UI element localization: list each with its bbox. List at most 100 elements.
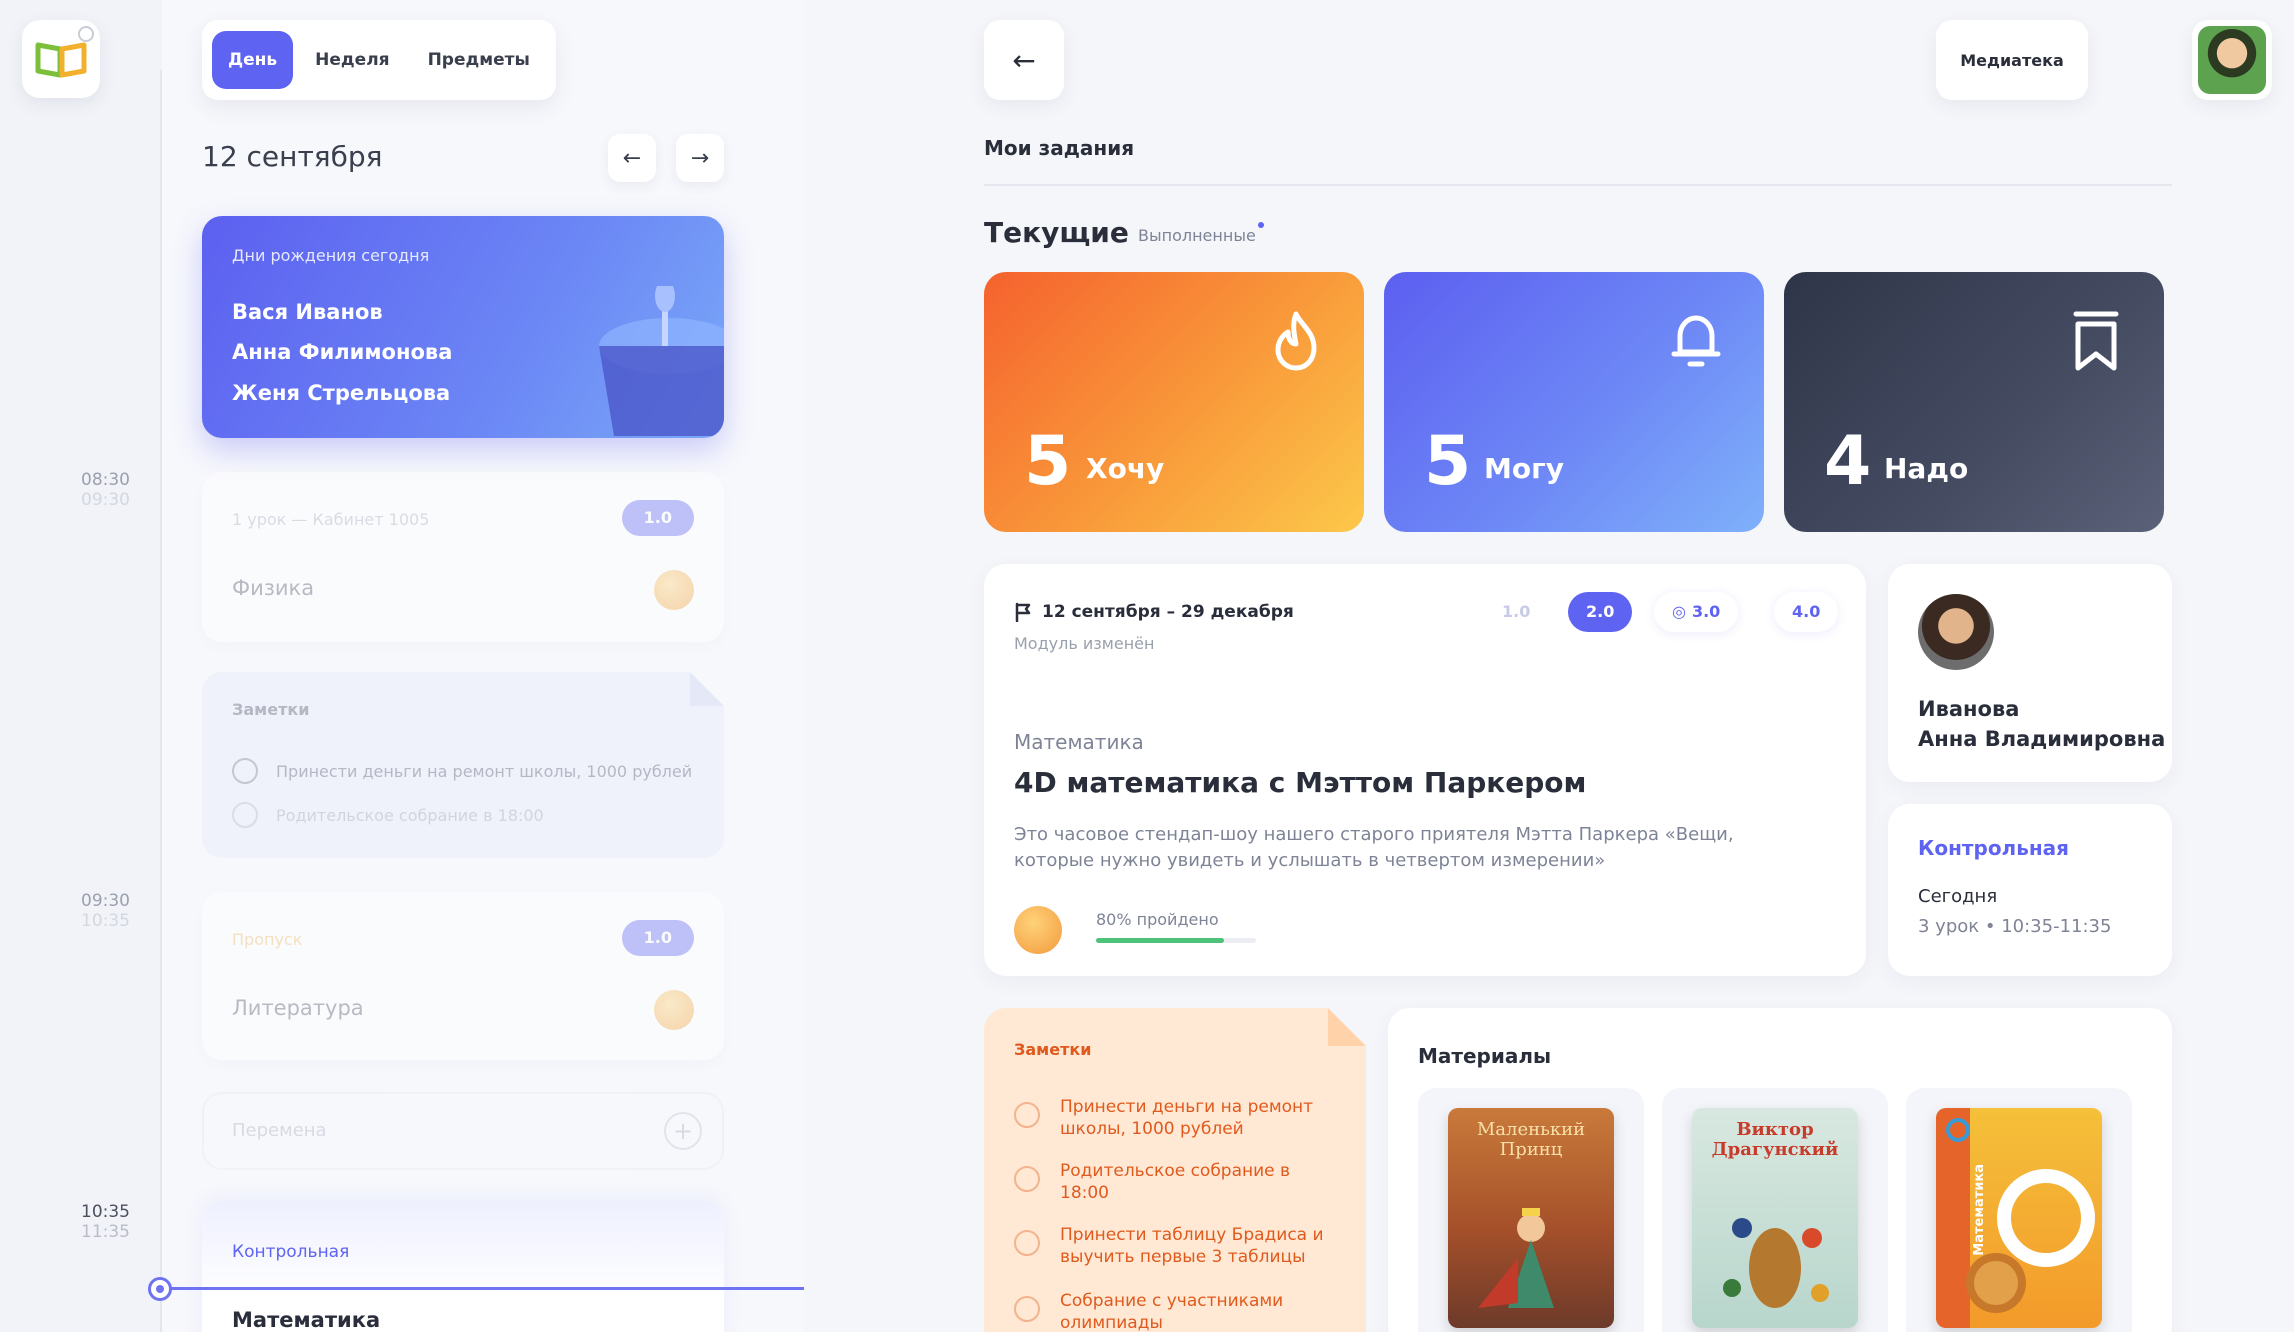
- arrow-left-icon: ←: [622, 145, 642, 171]
- course-dates: 12 сентября – 29 декабря: [1014, 602, 1294, 622]
- course-description: Это часовое стендап-шоу нашего старого п…: [1014, 824, 1734, 871]
- back-button[interactable]: ←: [984, 20, 1064, 100]
- book-cover: Маленький Принц: [1448, 1108, 1614, 1328]
- course-title: 4D математика с Мэттом Паркером: [1014, 766, 1587, 799]
- control-lesson-card[interactable]: Контрольная Математика: [202, 1202, 724, 1332]
- lesson-card-physics[interactable]: 1 урок — Кабинет 1005 1.0 Физика: [202, 472, 724, 642]
- birthday-name: Вася Иванов: [232, 300, 383, 324]
- mood-emoji-icon: [654, 990, 694, 1030]
- time-start: 10:35: [81, 1202, 130, 1222]
- note-item[interactable]: Принести деньги на ремонт школы, 1000 ру…: [1014, 1096, 1334, 1140]
- page-fold: [1328, 1008, 1366, 1046]
- progress-bar: [1096, 938, 1256, 943]
- birthdays-card[interactable]: Дни рождения сегодня Вася Иванов Анна Фи…: [202, 216, 724, 438]
- stat-count: 4: [1824, 422, 1872, 501]
- teacher-card[interactable]: Иванова Анна Владимировна: [1888, 564, 2172, 782]
- media-library-button[interactable]: Медиатека: [1936, 20, 2088, 100]
- time-end: 09:30: [81, 490, 130, 510]
- time-slot-1: 08:30 09:30: [60, 470, 156, 510]
- version-1-0[interactable]: 1.0: [1484, 592, 1548, 632]
- view-switcher: День Неделя Предметы: [202, 20, 556, 100]
- checkbox[interactable]: [1014, 1230, 1040, 1256]
- checkbox[interactable]: [232, 758, 258, 784]
- break-card: Перемена +: [202, 1092, 724, 1170]
- arrow-right-icon: →: [690, 145, 710, 171]
- stat-label: Надо: [1884, 452, 1969, 485]
- tab-current[interactable]: Текущие: [984, 216, 1129, 249]
- stat-label: Хочу: [1086, 452, 1165, 485]
- version-2-0[interactable]: 2.0: [1568, 592, 1633, 632]
- break-label: Перемена: [232, 1120, 327, 1141]
- checkbox[interactable]: [232, 802, 258, 828]
- tab-done[interactable]: Выполненные: [1138, 222, 1264, 245]
- schedule-date: 12 сентября: [202, 140, 383, 173]
- material-item[interactable]: Маленький Принц: [1418, 1088, 1644, 1332]
- control-subject: Математика: [232, 1308, 381, 1332]
- flame-icon: [1275, 311, 1317, 371]
- stat-count: 5: [1024, 422, 1072, 501]
- note-text: Родительское собрание в 18:00: [1060, 1161, 1291, 1203]
- target-icon: ◎: [1672, 602, 1686, 621]
- version-badge: 1.0: [621, 920, 694, 956]
- avatar-image: [2198, 26, 2266, 94]
- course-subject: Математика: [1014, 730, 1144, 754]
- checkbox[interactable]: [1014, 1102, 1040, 1128]
- version-label: 2.0: [1586, 602, 1615, 621]
- material-item[interactable]: Математика: [1906, 1088, 2132, 1332]
- note-text: Принести таблицу Брадиса и выучить первы…: [1060, 1225, 1324, 1267]
- course-date-range: 12 сентября – 29 декабря: [1042, 602, 1294, 622]
- checkbox[interactable]: [1014, 1296, 1040, 1322]
- user-avatar[interactable]: [2192, 20, 2272, 100]
- checkbox[interactable]: [1014, 1166, 1040, 1192]
- note-item[interactable]: Родительское собрание в 18:00: [232, 802, 544, 828]
- time-start: 09:30: [81, 891, 130, 911]
- lesson-card-literature[interactable]: Пропуск 1.0 Литература: [202, 892, 724, 1060]
- notes-card[interactable]: Заметки Принести деньги на ремонт школы,…: [984, 1008, 1366, 1332]
- divider: [984, 184, 2172, 186]
- note-item[interactable]: Родительское собрание в 18:00: [1014, 1160, 1334, 1204]
- version-badge: 1.0: [621, 500, 694, 536]
- materials-card: Материалы Маленький Принц Виктор Драгунс…: [1388, 1008, 2172, 1332]
- birthday-name: Женя Стрельцова: [232, 381, 451, 405]
- cake-icon: [599, 286, 724, 436]
- stat-card-must[interactable]: 4 Надо: [1784, 272, 2164, 532]
- prev-day-button[interactable]: ←: [608, 134, 656, 182]
- test-card[interactable]: Контрольная Сегодня 3 урок • 10:35-11:35: [1888, 804, 2172, 976]
- note-item[interactable]: Принести таблицу Брадиса и выучить первы…: [1014, 1224, 1334, 1268]
- page-fold: [690, 672, 724, 706]
- next-day-button[interactable]: →: [676, 134, 724, 182]
- mood-emoji-icon: [654, 570, 694, 610]
- tab-day[interactable]: День: [212, 31, 294, 89]
- tab-week[interactable]: Неделя: [299, 31, 405, 89]
- notes-card-faded[interactable]: Заметки Принести деньги на ремонт школы,…: [202, 672, 724, 858]
- stat-count: 5: [1424, 422, 1472, 501]
- note-text: Принести деньги на ремонт школы, 1000 ру…: [1060, 1097, 1314, 1139]
- version-3-0[interactable]: ◎ 3.0: [1654, 592, 1739, 632]
- add-icon[interactable]: +: [664, 1112, 702, 1150]
- version-4-0[interactable]: 4.0: [1774, 592, 1839, 632]
- teacher-name: Иванова Анна Владимировна: [1918, 694, 2165, 754]
- book-cover: Математика: [1936, 1108, 2102, 1328]
- book-cover: Виктор Драгунский: [1692, 1108, 1858, 1328]
- module-changed: Модуль изменён: [1014, 634, 1155, 653]
- course-card[interactable]: 12 сентября – 29 декабря Модуль изменён …: [984, 564, 1866, 976]
- note-item[interactable]: Принести деньги на ремонт школы, 1000 ру…: [232, 758, 692, 784]
- stat-card-can[interactable]: 5 Могу: [1384, 272, 1764, 532]
- time-end: 11:35: [81, 1222, 130, 1242]
- teacher-given-name: Анна Владимировна: [1918, 727, 2166, 751]
- note-item[interactable]: Собрание с участниками олимпиады: [1014, 1290, 1334, 1332]
- birthdays-label: Дни рождения сегодня: [232, 246, 430, 265]
- material-item[interactable]: Виктор Драгунский: [1662, 1088, 1888, 1332]
- tab-subjects[interactable]: Предметы: [412, 31, 546, 89]
- time-slot-3: 10:35 11:35: [60, 1202, 156, 1242]
- flag-icon: [1015, 602, 1031, 622]
- app-logo[interactable]: [22, 20, 100, 98]
- stat-card-want[interactable]: 5 Хочу: [984, 272, 1364, 532]
- stat-label: Могу: [1484, 452, 1564, 485]
- notification-dot: [1257, 222, 1264, 228]
- note-text: Принести деньги на ремонт школы, 1000 ру…: [276, 761, 693, 781]
- smile-emoji-icon: [1014, 906, 1062, 954]
- progress-label: 80% пройдено: [1096, 910, 1219, 929]
- bell-icon: [1671, 315, 1721, 367]
- teacher-surname: Иванова: [1918, 697, 2020, 721]
